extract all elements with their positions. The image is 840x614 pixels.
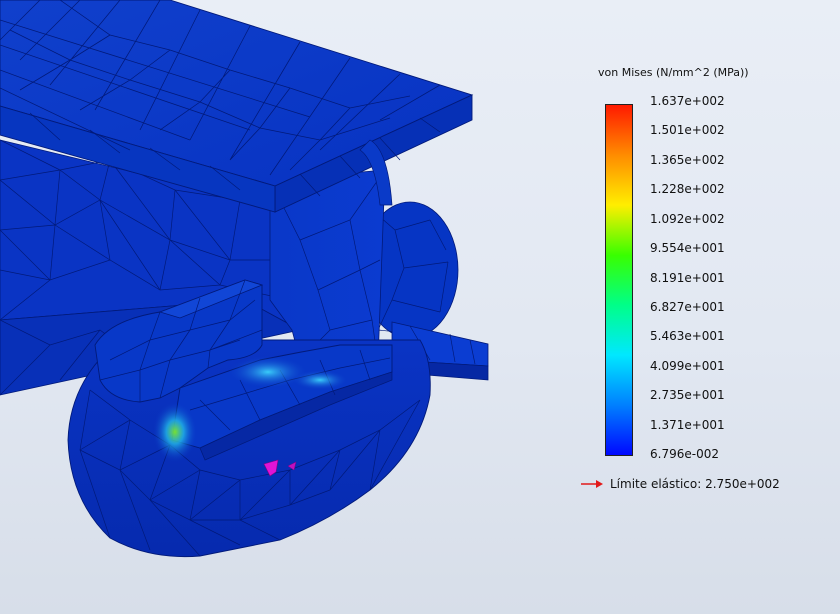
legend-tick-label: 8.191e+001: [650, 270, 725, 285]
legend-tick-label: 1.092e+002: [650, 211, 725, 226]
yield-strength-label: Límite elástico: 2.750e+002: [610, 477, 780, 491]
legend-tick-label: 4.099e+001: [650, 358, 725, 373]
yield-strength-indicator: Límite elástico: 2.750e+002: [580, 477, 780, 491]
legend-tick-label: 6.827e+001: [650, 299, 725, 314]
color-scale-bar: [605, 104, 633, 456]
legend-tick-label: 1.501e+002: [650, 123, 725, 138]
legend-tick-label: 1.228e+002: [650, 182, 725, 197]
graphics-viewport[interactable]: von Mises (N/mm^2 (MPa)) 1.637e+002 1.501…: [0, 0, 840, 614]
legend-tick-label: 1.371e+001: [650, 417, 725, 432]
legend-title: von Mises (N/mm^2 (MPa)): [598, 66, 749, 79]
legend-tick-label: 9.554e+001: [650, 241, 725, 256]
legend-tick-label: 5.463e+001: [650, 329, 725, 344]
legend-tick-label: 6.796e-002: [650, 447, 719, 461]
legend-tick-label: 1.637e+002: [650, 94, 725, 108]
legend-tick-label: 1.365e+002: [650, 152, 725, 167]
arrow-right-icon: [581, 480, 603, 488]
legend-tick-label: 2.735e+001: [650, 388, 725, 403]
